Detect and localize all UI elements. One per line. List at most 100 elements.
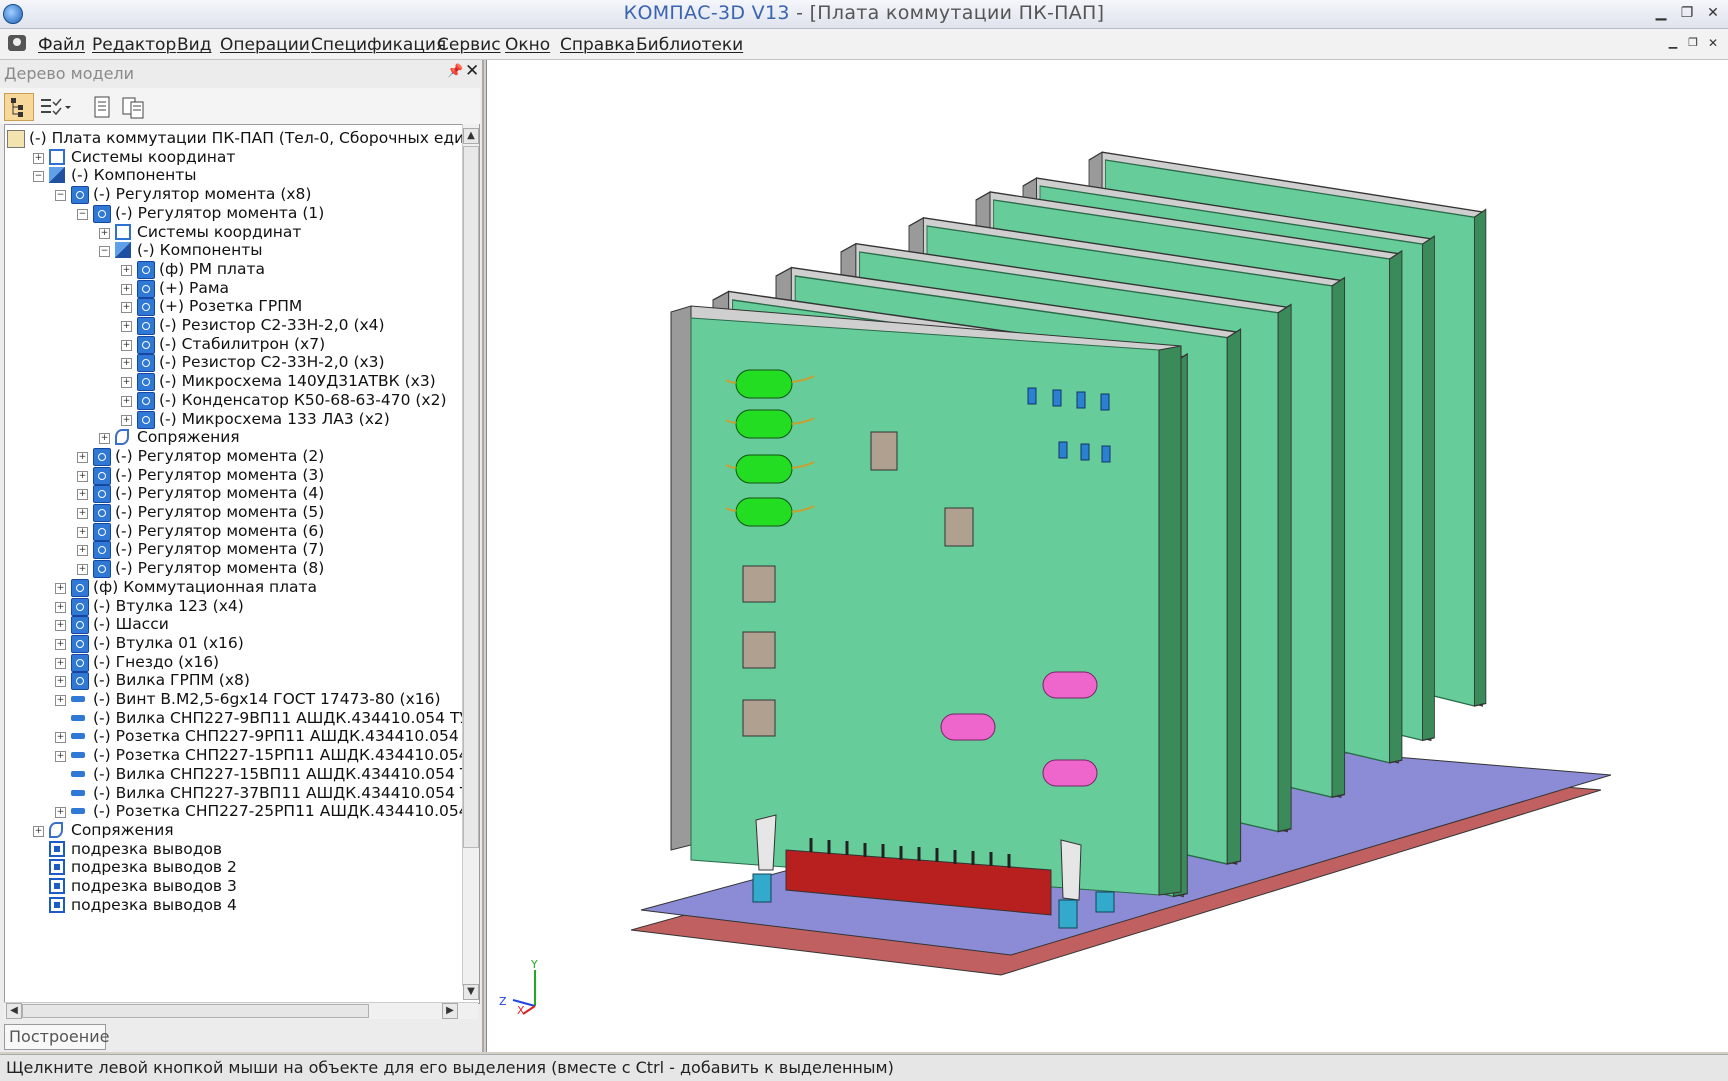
menu-edit[interactable]: Редактор — [92, 35, 176, 55]
assembly-icon — [93, 485, 111, 504]
assembly-icon — [71, 672, 89, 691]
axis-x-label: X — [517, 1004, 525, 1017]
menu-specification[interactable]: Спецификация — [311, 35, 446, 55]
expand-icon[interactable]: + — [77, 470, 88, 482]
collapse-icon[interactable]: − — [77, 208, 88, 220]
assembly-icon — [71, 597, 89, 616]
menu-help[interactable]: Справка — [560, 35, 635, 55]
title-document: [Плата коммутации ПК-ПАП] — [809, 2, 1105, 24]
menu-operations[interactable]: Операции — [220, 35, 310, 55]
menu-window[interactable]: Окно — [505, 35, 550, 55]
assembly-icon — [71, 578, 89, 597]
menu-libraries[interactable]: Библиотеки — [636, 35, 743, 55]
expand-icon[interactable]: + — [121, 264, 132, 276]
fastener-icon — [71, 752, 85, 759]
operation-icon — [49, 840, 65, 857]
collapse-icon[interactable]: − — [33, 171, 44, 183]
assembly-icon — [137, 335, 155, 354]
expand-icon[interactable]: + — [55, 638, 66, 650]
expand-icon[interactable]: + — [77, 545, 88, 557]
close-icon[interactable]: ✕ — [1702, 3, 1724, 23]
3d-viewport[interactable]: Y X Z — [486, 60, 1728, 1052]
doc-minimize-icon[interactable]: ▁ — [1662, 33, 1684, 53]
expand-icon[interactable]: + — [77, 564, 88, 576]
mates-icon — [115, 429, 129, 446]
minimize-icon[interactable]: ▁ — [1650, 3, 1672, 23]
doc-close-icon[interactable]: ✕ — [1702, 33, 1724, 53]
fastener-icon — [71, 789, 85, 796]
assembly-icon — [137, 317, 155, 335]
expand-icon[interactable]: + — [55, 807, 66, 819]
scroll-down-icon[interactable]: ▼ — [463, 984, 479, 1000]
panel-close-icon[interactable]: ✕ — [465, 61, 479, 81]
assembly-icon — [93, 504, 111, 522]
assembly-icon — [71, 634, 89, 653]
assembly-icon — [137, 391, 155, 410]
scroll-up-icon[interactable]: ▲ — [463, 128, 479, 144]
components-icon — [49, 167, 65, 184]
coord-system-icon — [115, 223, 131, 240]
expand-icon[interactable]: + — [121, 358, 132, 370]
scroll-left-icon[interactable]: ◀ — [6, 1003, 22, 1019]
assembly-icon — [71, 616, 89, 635]
expand-icon[interactable]: + — [55, 601, 66, 613]
expand-icon[interactable]: + — [121, 339, 132, 351]
assembly-icon — [93, 560, 111, 579]
front-board — [670, 305, 1182, 929]
expand-icon[interactable]: + — [121, 283, 132, 295]
expand-icon[interactable]: + — [121, 377, 132, 389]
menu-view[interactable]: Вид — [177, 35, 211, 55]
assembly-icon — [93, 204, 111, 223]
tree-vertical-scroll-thumb[interactable] — [463, 146, 479, 848]
fastener-icon — [71, 808, 85, 815]
properties-icon[interactable] — [88, 93, 118, 121]
expand-icon[interactable]: + — [77, 489, 88, 501]
collapse-icon[interactable]: − — [55, 190, 66, 202]
expand-icon[interactable]: + — [77, 508, 88, 519]
assembly-icon — [93, 541, 111, 560]
fastener-icon — [71, 714, 85, 721]
restore-icon[interactable]: ❐ — [1676, 3, 1698, 23]
assembly-icon — [137, 260, 155, 279]
expand-icon[interactable]: + — [121, 395, 132, 407]
expand-icon[interactable]: + — [55, 657, 66, 669]
document-icon[interactable] — [8, 35, 26, 51]
menu-service[interactable]: Сервис — [437, 35, 501, 55]
assembly-icon — [71, 653, 89, 672]
assembly-icon — [137, 298, 155, 317]
assembly-icon — [137, 354, 155, 373]
expand-icon[interactable]: + — [77, 526, 88, 538]
tree-view-toggle-icon[interactable] — [4, 93, 34, 121]
tree-filter-icon[interactable] — [36, 93, 71, 121]
expand-icon[interactable]: + — [121, 302, 132, 314]
operation-icon — [49, 859, 65, 876]
expand-icon[interactable]: + — [55, 620, 66, 632]
menu-file[interactable]: Файл — [38, 35, 85, 55]
expand-icon[interactable]: + — [99, 227, 110, 239]
expand-icon[interactable]: + — [121, 321, 132, 332]
expand-icon[interactable]: + — [55, 582, 66, 594]
root-assembly-icon — [7, 130, 25, 148]
assembly-icon — [137, 373, 155, 392]
collapse-icon[interactable]: − — [99, 246, 110, 258]
expand-icon[interactable]: + — [99, 433, 110, 445]
title-separator: - — [789, 2, 810, 24]
tab-construction[interactable]: Построение — [4, 1024, 109, 1050]
expand-icon[interactable]: + — [77, 451, 88, 463]
assembly-icon — [137, 410, 155, 429]
scroll-right-icon[interactable]: ▶ — [442, 1003, 458, 1019]
expand-icon[interactable]: + — [121, 414, 132, 426]
expand-icon[interactable]: + — [55, 695, 66, 706]
expand-icon[interactable]: + — [33, 152, 44, 164]
relations-icon[interactable] — [118, 93, 148, 121]
pin-icon[interactable]: 📌 — [447, 64, 463, 79]
expand-icon[interactable]: + — [55, 751, 66, 763]
assembly-icon — [93, 447, 111, 466]
doc-restore-icon[interactable]: ❐ — [1682, 33, 1704, 53]
expand-icon[interactable]: + — [33, 825, 44, 837]
expand-icon[interactable]: + — [55, 732, 66, 744]
expand-icon[interactable]: + — [55, 676, 66, 688]
tree-horizontal-scroll-thumb[interactable] — [22, 1004, 369, 1018]
fastener-icon — [71, 696, 85, 702]
assembly-3d-model[interactable]: Y X Z — [487, 60, 1728, 1052]
